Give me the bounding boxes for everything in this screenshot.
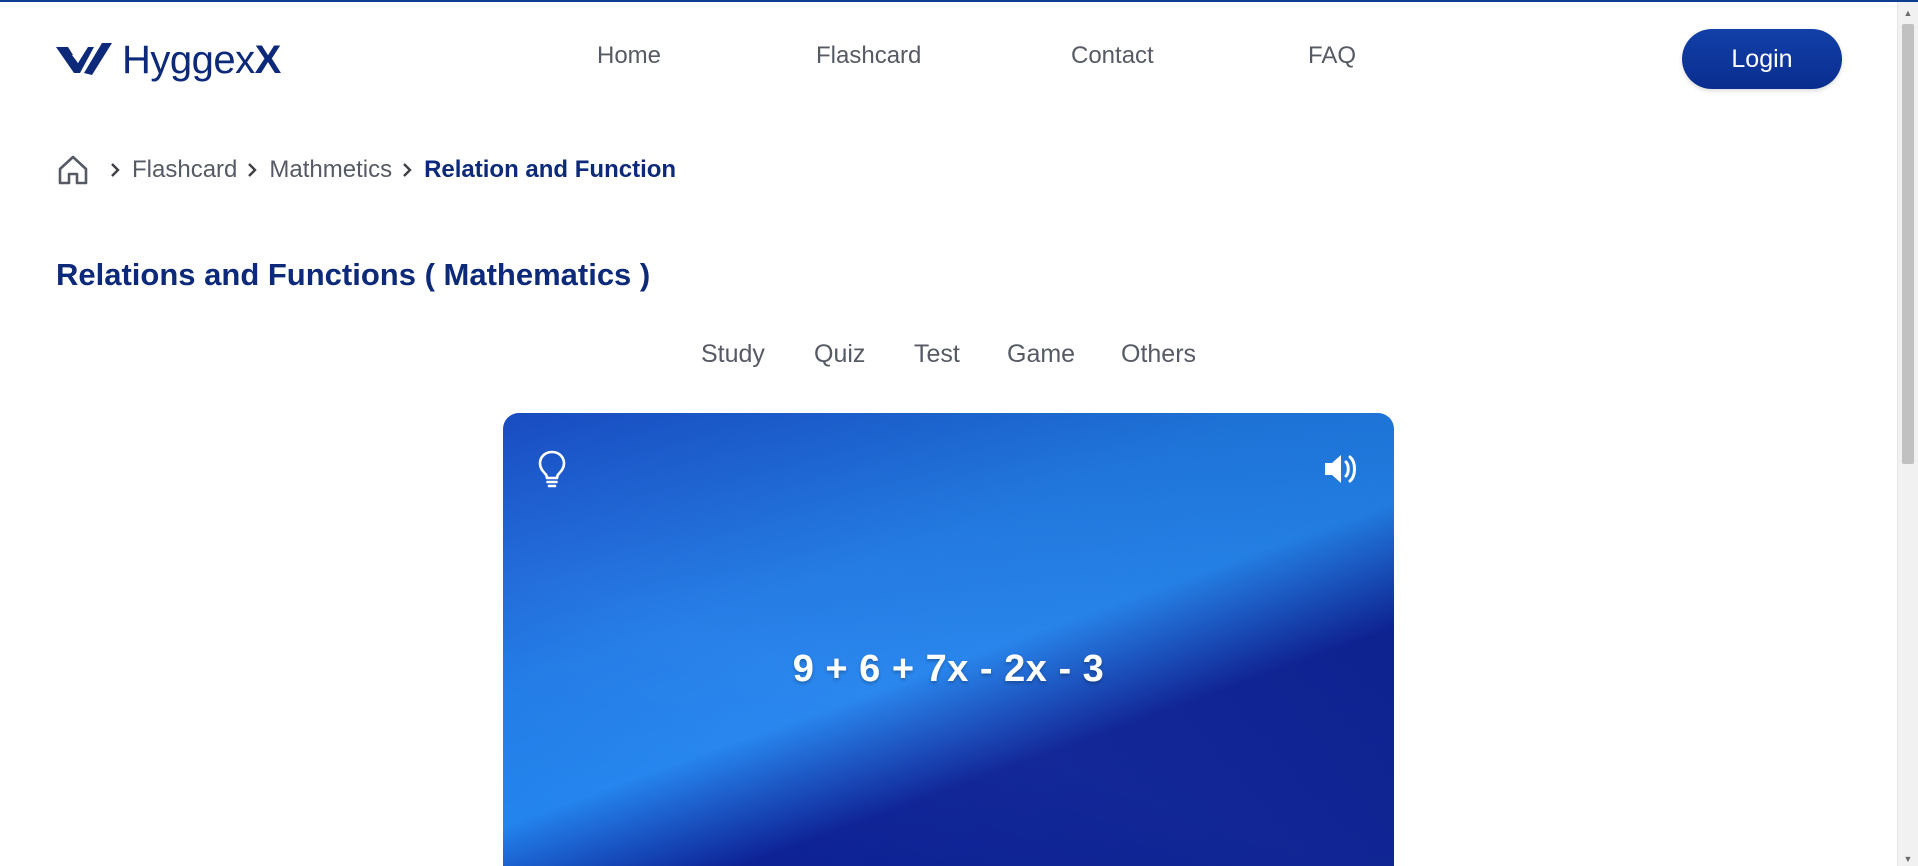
nav-contact[interactable]: Contact [1071, 42, 1154, 70]
scroll-up-arrow-icon[interactable]: ▲ [1898, 4, 1918, 22]
breadcrumb-mathmetics[interactable]: Mathmetics [269, 156, 392, 184]
scroll-down-arrow-icon[interactable]: ▼ [1898, 850, 1918, 866]
breadcrumb: Flashcard Mathmetics Relation and Functi… [56, 152, 676, 188]
flashcard-shade [503, 413, 1394, 866]
page-title: Relations and Functions ( Mathematics ) [56, 257, 651, 292]
scrollbar[interactable]: ▲ ▼ [1897, 2, 1918, 866]
home-icon[interactable] [56, 153, 90, 187]
speaker-icon[interactable] [1322, 451, 1360, 487]
breadcrumb-current: Relation and Function [424, 156, 677, 183]
chevron-right-icon [248, 163, 258, 177]
flashcard-text: 9 + 6 + 7x - 2x - 3 [792, 648, 1105, 690]
chevron-right-icon [403, 163, 412, 177]
flashcard[interactable]: 9 + 6 + 7x - 2x - 3 [503, 413, 1394, 866]
tab-study[interactable]: Study [701, 340, 765, 369]
chevron-right-icon [111, 163, 120, 177]
main-nav: Home Flashcard Contact FAQ [0, 42, 1918, 78]
page: HyggexX Home Flashcard Contact FAQ Login… [0, 0, 1918, 866]
nav-flashcard[interactable]: Flashcard [816, 42, 921, 70]
login-button[interactable]: Login [1682, 29, 1842, 89]
scroll-thumb[interactable] [1902, 24, 1914, 464]
tab-quiz[interactable]: Quiz [814, 340, 865, 369]
tab-test[interactable]: Test [914, 340, 960, 369]
nav-faq[interactable]: FAQ [1308, 42, 1356, 70]
mode-tabs: Study Quiz Test Game Others [0, 340, 1918, 376]
tab-game[interactable]: Game [1007, 340, 1075, 369]
breadcrumb-flashcard[interactable]: Flashcard [132, 156, 237, 184]
tab-others[interactable]: Others [1121, 340, 1196, 369]
lightbulb-icon[interactable] [537, 449, 567, 489]
nav-home[interactable]: Home [597, 42, 661, 70]
